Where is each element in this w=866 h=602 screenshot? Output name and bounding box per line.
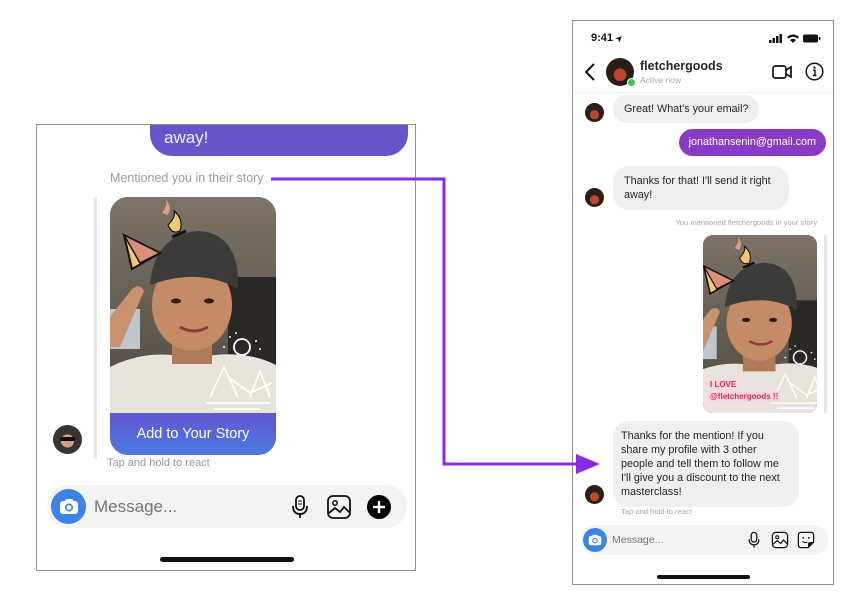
wifi-icon	[787, 34, 799, 43]
status-bar: 9:41 ➤	[573, 21, 833, 49]
message-text: jonathansenin@gmail.com	[688, 136, 816, 148]
tap-hold-hint: Tap and hold to react	[621, 507, 692, 516]
message-text: Great! What's your email?	[624, 103, 749, 115]
add-to-story-button[interactable]: Add to Your Story	[110, 413, 276, 455]
camera-button[interactable]	[583, 528, 607, 552]
home-indicator[interactable]	[657, 575, 750, 579]
reply-quote-bar	[94, 197, 97, 459]
gallery-icon[interactable]	[326, 494, 352, 520]
contact-avatar-small[interactable]	[585, 103, 604, 122]
story-mention-card[interactable]: Add to Your Story	[110, 197, 276, 455]
message-text: Thanks for the mention! If you share my …	[621, 430, 780, 498]
signal-icon	[769, 33, 782, 43]
status-icons	[769, 33, 821, 43]
incoming-message[interactable]: Thanks for that! I'll send it right away…	[613, 166, 789, 210]
my-story-card[interactable]: I LOVE @fletchergoods !!	[703, 235, 817, 413]
info-icon[interactable]	[805, 62, 824, 81]
status-time: 9:41 ➤	[591, 32, 625, 45]
video-call-icon[interactable]	[772, 63, 792, 81]
message-text: away!	[164, 128, 209, 147]
message-composer	[581, 525, 828, 555]
contact-avatar-small[interactable]	[585, 188, 604, 207]
online-indicator	[627, 78, 636, 87]
story-photo[interactable]	[110, 197, 276, 415]
back-chevron-icon[interactable]	[583, 62, 597, 82]
battery-icon	[803, 34, 821, 42]
story-text-sticker: I LOVE	[708, 379, 739, 390]
contact-username[interactable]: fletchergoods	[640, 59, 723, 73]
camera-icon	[588, 534, 602, 546]
plus-circle-icon[interactable]	[366, 494, 392, 520]
phone-chat-screen: 9:41 ➤ fletchergoods Active now Great! W…	[572, 20, 834, 585]
message-text: Thanks for that! I'll send it right away…	[624, 175, 771, 201]
story-mention-sticker: @fletchergoods !!	[708, 391, 781, 402]
chat-header: fletchergoods Active now	[573, 53, 833, 93]
story-mention-label: Mentioned you in their story	[110, 171, 264, 185]
message-input[interactable]	[94, 496, 274, 518]
avatar-glasses	[60, 437, 75, 441]
sticker-icon[interactable]	[797, 531, 815, 549]
tap-hold-hint: Tap and hold to react	[107, 457, 210, 469]
clock-text: 9:41	[591, 32, 614, 44]
message-composer	[47, 485, 407, 528]
outgoing-message-bubble: away!	[150, 125, 408, 156]
reply-quote-bar	[824, 235, 827, 413]
sender-avatar[interactable]	[53, 425, 82, 454]
incoming-message[interactable]: Great! What's your email?	[613, 95, 760, 123]
location-arrow-icon: ➤	[613, 32, 625, 45]
contact-avatar-small[interactable]	[585, 485, 604, 504]
incoming-message[interactable]: Thanks for the mention! If you share my …	[613, 421, 799, 507]
gallery-icon[interactable]	[771, 531, 789, 549]
message-input[interactable]	[612, 533, 722, 547]
microphone-icon[interactable]	[287, 494, 313, 520]
camera-button[interactable]	[51, 489, 86, 524]
microphone-icon[interactable]	[745, 531, 763, 549]
story-mention-notice: You mentioned fletchergoods in your stor…	[675, 218, 817, 227]
camera-icon	[59, 499, 78, 514]
outgoing-message[interactable]: jonathansenin@gmail.com	[678, 129, 826, 156]
contact-active-status: Active now	[640, 75, 682, 85]
home-indicator[interactable]	[160, 557, 294, 562]
zoomed-chat-panel: away! Mentioned you in their story Add t…	[36, 124, 416, 571]
contact-avatar[interactable]	[606, 58, 636, 87]
